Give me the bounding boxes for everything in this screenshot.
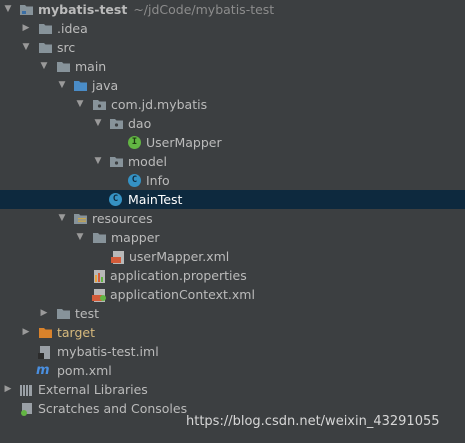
tree-item-label: Scratches and Consoles bbox=[38, 401, 188, 416]
main-class-icon: C bbox=[109, 193, 122, 206]
chevron-right-icon[interactable]: ▶ bbox=[2, 380, 14, 399]
tree-item-main-test[interactable]: C MainTest bbox=[0, 190, 465, 209]
chevron-down-icon[interactable]: ▼ bbox=[38, 57, 50, 76]
tree-item-label: main bbox=[75, 59, 107, 74]
tree-item-label: mybatis-test.iml bbox=[57, 344, 159, 359]
library-icon bbox=[19, 383, 34, 396]
tree-item-label: MainTest bbox=[128, 192, 183, 207]
folder-icon bbox=[92, 231, 107, 244]
tree-item-label: resources bbox=[92, 211, 153, 226]
excluded-folder-icon bbox=[38, 326, 53, 339]
tree-item-label: userMapper.xml bbox=[129, 249, 230, 264]
tree-item-target[interactable]: ▶ target bbox=[0, 323, 465, 342]
tree-item-label: pom.xml bbox=[57, 363, 112, 378]
tree-item-external-libraries[interactable]: ▶ External Libraries bbox=[0, 380, 465, 399]
chevron-down-icon[interactable]: ▼ bbox=[56, 209, 68, 228]
folder-icon bbox=[56, 60, 71, 73]
tree-item-label: applicationContext.xml bbox=[110, 287, 255, 302]
interface-icon: I bbox=[128, 136, 141, 149]
tree-item-mapper[interactable]: ▼ mapper bbox=[0, 228, 465, 247]
chevron-down-icon[interactable]: ▼ bbox=[2, 0, 14, 19]
tree-item-iml[interactable]: mybatis-test.iml bbox=[0, 342, 465, 361]
folder-icon bbox=[38, 22, 53, 35]
folder-icon bbox=[38, 41, 53, 54]
tree-item-info[interactable]: C Info bbox=[0, 171, 465, 190]
iml-file-icon bbox=[38, 345, 53, 359]
chevron-down-icon[interactable]: ▼ bbox=[20, 38, 32, 57]
tree-item-label: src bbox=[57, 40, 76, 55]
tree-item-label: test bbox=[75, 306, 100, 321]
tree-item-label: UserMapper bbox=[146, 135, 222, 150]
chevron-down-icon[interactable]: ▼ bbox=[74, 95, 86, 114]
tree-item-user-mapper[interactable]: I UserMapper bbox=[0, 133, 465, 152]
tree-item-project[interactable]: ▼ mybatis-test ~/jdCode/mybatis-test bbox=[0, 0, 465, 19]
tree-item-label: com.jd.mybatis bbox=[111, 97, 208, 112]
folder-icon bbox=[56, 307, 71, 320]
tree-item-label: model bbox=[128, 154, 167, 169]
tree-item-label: External Libraries bbox=[38, 382, 148, 397]
chevron-down-icon[interactable]: ▼ bbox=[92, 114, 104, 133]
maven-icon: m bbox=[36, 363, 50, 378]
tree-item-test[interactable]: ▶ test bbox=[0, 304, 465, 323]
project-name: mybatis-test bbox=[38, 2, 128, 17]
tree-item-label: mapper bbox=[111, 230, 160, 245]
xml-file-icon bbox=[111, 250, 126, 264]
scratches-icon bbox=[19, 402, 34, 416]
chevron-down-icon[interactable]: ▼ bbox=[74, 228, 86, 247]
chevron-right-icon[interactable]: ▶ bbox=[20, 323, 32, 342]
tree-item-label: mybatis-test ~/jdCode/mybatis-test bbox=[38, 0, 274, 19]
tree-item-pom[interactable]: m pom.xml bbox=[0, 361, 465, 380]
tree-item-java[interactable]: ▼ java bbox=[0, 76, 465, 95]
tree-item-package[interactable]: ▼ com.jd.mybatis bbox=[0, 95, 465, 114]
tree-item-src[interactable]: ▼ src bbox=[0, 38, 465, 57]
tree-item-label: Info bbox=[146, 173, 170, 188]
package-icon bbox=[109, 155, 124, 168]
tree-item-user-mapper-xml[interactable]: userMapper.xml bbox=[0, 247, 465, 266]
tree-item-dao[interactable]: ▼ dao bbox=[0, 114, 465, 133]
watermark-text: https://blog.csdn.net/weixin_43291055 bbox=[186, 414, 440, 429]
tree-item-label: dao bbox=[128, 116, 152, 131]
tree-item-label: .idea bbox=[57, 21, 88, 36]
source-folder-icon bbox=[73, 79, 88, 92]
class-icon: C bbox=[128, 174, 141, 187]
project-path: ~/jdCode/mybatis-test bbox=[133, 2, 275, 17]
chevron-down-icon[interactable]: ▼ bbox=[92, 152, 104, 171]
chevron-right-icon[interactable]: ▶ bbox=[38, 304, 50, 323]
tree-item-application-properties[interactable]: application.properties bbox=[0, 266, 465, 285]
package-icon bbox=[109, 117, 124, 130]
properties-file-icon bbox=[92, 269, 107, 283]
chevron-down-icon[interactable]: ▼ bbox=[56, 76, 68, 95]
resources-folder-icon bbox=[73, 212, 88, 225]
package-icon bbox=[92, 98, 107, 111]
tree-item-model[interactable]: ▼ model bbox=[0, 152, 465, 171]
tree-item-label: java bbox=[92, 78, 119, 93]
tree-item-idea[interactable]: ▶ .idea bbox=[0, 19, 465, 38]
tree-item-resources[interactable]: ▼ resources bbox=[0, 209, 465, 228]
tree-item-main[interactable]: ▼ main bbox=[0, 57, 465, 76]
tree-item-label: target bbox=[57, 325, 96, 340]
chevron-right-icon[interactable]: ▶ bbox=[20, 19, 32, 38]
spring-xml-file-icon bbox=[92, 288, 107, 302]
tree-item-application-context[interactable]: applicationContext.xml bbox=[0, 285, 465, 304]
project-tree: ▼ mybatis-test ~/jdCode/mybatis-test ▶ .i… bbox=[0, 0, 465, 418]
module-folder-icon bbox=[19, 3, 34, 16]
tree-item-label: application.properties bbox=[110, 268, 247, 283]
